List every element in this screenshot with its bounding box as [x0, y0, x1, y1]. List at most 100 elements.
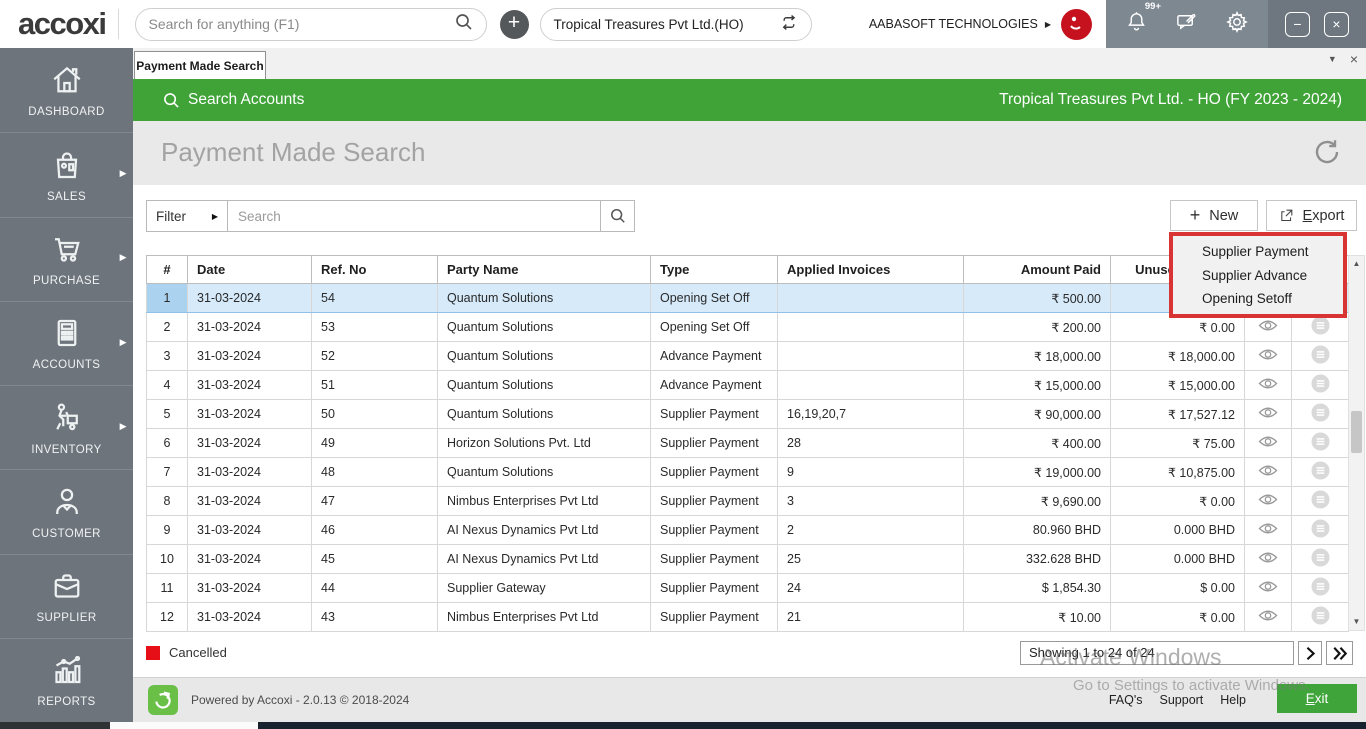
cell-party: Horizon Solutions Pvt. Ltd: [437, 428, 651, 458]
view-button[interactable]: [1244, 341, 1292, 371]
view-button[interactable]: [1244, 486, 1292, 516]
col-header-party[interactable]: Party Name: [437, 255, 651, 284]
table-row[interactable]: 10 31-03-2024 45 AI Nexus Dynamics Pvt L…: [146, 544, 1349, 574]
tab-close-icon[interactable]: ×: [1350, 52, 1358, 66]
sidebar-label: REPORTS: [37, 696, 96, 709]
row-actions-button[interactable]: [1291, 370, 1349, 400]
sidebar-item-inventory[interactable]: INVENTORY ▶: [0, 385, 133, 469]
messages-button[interactable]: [1175, 10, 1198, 38]
cell-refno: 53: [311, 312, 438, 342]
quick-add-button[interactable]: +: [499, 9, 529, 39]
scroll-up-icon[interactable]: ▲: [1349, 256, 1364, 272]
sidebar-item-supplier[interactable]: SUPPLIER: [0, 553, 133, 638]
col-header-applied[interactable]: Applied Invoices: [777, 255, 964, 284]
col-header-index[interactable]: #: [146, 255, 188, 284]
col-header-type[interactable]: Type: [650, 255, 778, 284]
new-button[interactable]: + New: [1170, 200, 1258, 231]
sidebar-item-purchase[interactable]: PURCHASE ▶: [0, 216, 133, 301]
tab-list-caret-icon[interactable]: ▼: [1328, 54, 1337, 65]
notification-badge: 99+: [1144, 1, 1161, 12]
view-button[interactable]: [1244, 602, 1292, 632]
row-actions-button[interactable]: [1291, 486, 1349, 516]
footer-link[interactable]: Help: [1220, 693, 1246, 707]
table-scrollbar[interactable]: ▲ ▼: [1348, 255, 1365, 631]
row-actions-button[interactable]: [1291, 428, 1349, 458]
user-menu[interactable]: AABASOFT TECHNOLOGIES ▶: [869, 17, 1051, 31]
refresh-button[interactable]: [1312, 137, 1342, 172]
table-row[interactable]: 7 31-03-2024 48 Quantum Solutions Suppli…: [146, 457, 1349, 487]
cell-unused-amount: ₹ 15,000.00: [1110, 370, 1245, 400]
switch-company-icon[interactable]: [779, 13, 798, 35]
view-button[interactable]: [1244, 399, 1292, 429]
row-actions-button[interactable]: [1291, 602, 1349, 632]
export-button[interactable]: Export: [1266, 200, 1357, 231]
sidebar-item-reports[interactable]: REPORTS: [0, 637, 133, 722]
sidebar-label: SALES: [46, 190, 87, 203]
new-menu-item[interactable]: Opening Setoff: [1173, 291, 1343, 306]
row-menu-icon: [1311, 403, 1329, 422]
table-row[interactable]: 12 31-03-2024 43 Nimbus Enterprises Pvt …: [146, 602, 1349, 632]
sidebar-item-sales[interactable]: SALES ▶: [0, 132, 133, 216]
footer-link[interactable]: FAQ's: [1109, 693, 1143, 707]
view-button[interactable]: [1244, 573, 1292, 603]
filter-dropdown[interactable]: Filter ▶: [146, 200, 228, 232]
cart-icon: [54, 238, 80, 262]
row-menu-icon: [1311, 490, 1329, 509]
cell-index: 7: [146, 457, 188, 487]
view-button[interactable]: [1244, 370, 1292, 400]
table-row[interactable]: 3 31-03-2024 52 Quantum Solutions Advanc…: [146, 341, 1349, 371]
scroll-down-icon[interactable]: ▼: [1349, 614, 1364, 630]
global-search-input[interactable]: [148, 16, 455, 32]
table-row[interactable]: 6 31-03-2024 49 Horizon Solutions Pvt. L…: [146, 428, 1349, 458]
cell-amount-paid: ₹ 9,690.00: [963, 486, 1111, 516]
notifications-button[interactable]: 99+: [1125, 1, 1161, 38]
search-icon: [455, 13, 473, 36]
next-page-button[interactable]: [1298, 641, 1322, 665]
view-button[interactable]: [1244, 515, 1292, 545]
sidebar-item-customer[interactable]: CUSTOMER: [0, 469, 133, 553]
row-actions-button[interactable]: [1291, 544, 1349, 574]
scrollbar-thumb[interactable]: [1351, 411, 1362, 453]
cell-applied-invoices: 16,19,20,7: [777, 399, 964, 429]
cell-unused-amount: ₹ 0.00: [1110, 602, 1245, 632]
accoxi-logo: accoxi: [18, 6, 107, 41]
row-menu-icon: [1311, 461, 1329, 480]
company-selector[interactable]: Tropical Treasures Pvt Ltd.(HO): [539, 7, 812, 41]
new-menu-item[interactable]: Supplier Advance: [1173, 268, 1343, 283]
table-row[interactable]: 5 31-03-2024 50 Quantum Solutions Suppli…: [146, 399, 1349, 429]
row-menu-icon: [1311, 316, 1329, 335]
view-button[interactable]: [1244, 544, 1292, 574]
footer-link[interactable]: Support: [1160, 693, 1204, 707]
cell-party: Quantum Solutions: [437, 312, 651, 342]
minimize-button[interactable]: −: [1285, 11, 1310, 37]
last-page-button[interactable]: [1326, 641, 1353, 665]
new-menu-item[interactable]: Supplier Payment: [1173, 244, 1343, 259]
table-row[interactable]: 4 31-03-2024 51 Quantum Solutions Advanc…: [146, 370, 1349, 400]
close-button[interactable]: ×: [1324, 11, 1349, 37]
cell-applied-invoices: [777, 341, 964, 371]
cell-type: Supplier Payment: [650, 399, 778, 429]
settings-button[interactable]: [1225, 10, 1249, 39]
sidebar-item-dashboard[interactable]: DASHBOARD: [0, 48, 133, 132]
col-header-refno[interactable]: Ref. No: [311, 255, 438, 284]
view-button[interactable]: [1244, 428, 1292, 458]
table-row[interactable]: 9 31-03-2024 46 AI Nexus Dynamics Pvt Lt…: [146, 515, 1349, 545]
row-actions-button[interactable]: [1291, 341, 1349, 371]
table-row[interactable]: 8 31-03-2024 47 Nimbus Enterprises Pvt L…: [146, 486, 1349, 516]
row-actions-button[interactable]: [1291, 515, 1349, 545]
row-actions-button[interactable]: [1291, 399, 1349, 429]
sidebar-item-accounts[interactable]: ACCOUNTS ▶: [0, 300, 133, 385]
col-header-date[interactable]: Date: [187, 255, 312, 284]
cell-date: 31-03-2024: [187, 370, 312, 400]
col-header-paid[interactable]: Amount Paid: [963, 255, 1111, 284]
global-search[interactable]: [134, 7, 487, 41]
table-search-button[interactable]: [601, 200, 635, 232]
table-search-input[interactable]: [228, 200, 601, 232]
row-actions-button[interactable]: [1291, 457, 1349, 487]
exit-button[interactable]: Exit: [1277, 684, 1357, 713]
avatar[interactable]: [1061, 8, 1092, 40]
table-row[interactable]: 11 31-03-2024 44 Supplier Gateway Suppli…: [146, 573, 1349, 603]
view-button[interactable]: [1244, 457, 1292, 487]
row-actions-button[interactable]: [1291, 573, 1349, 603]
tab-payment-made-search[interactable]: Payment Made Search: [134, 51, 266, 79]
